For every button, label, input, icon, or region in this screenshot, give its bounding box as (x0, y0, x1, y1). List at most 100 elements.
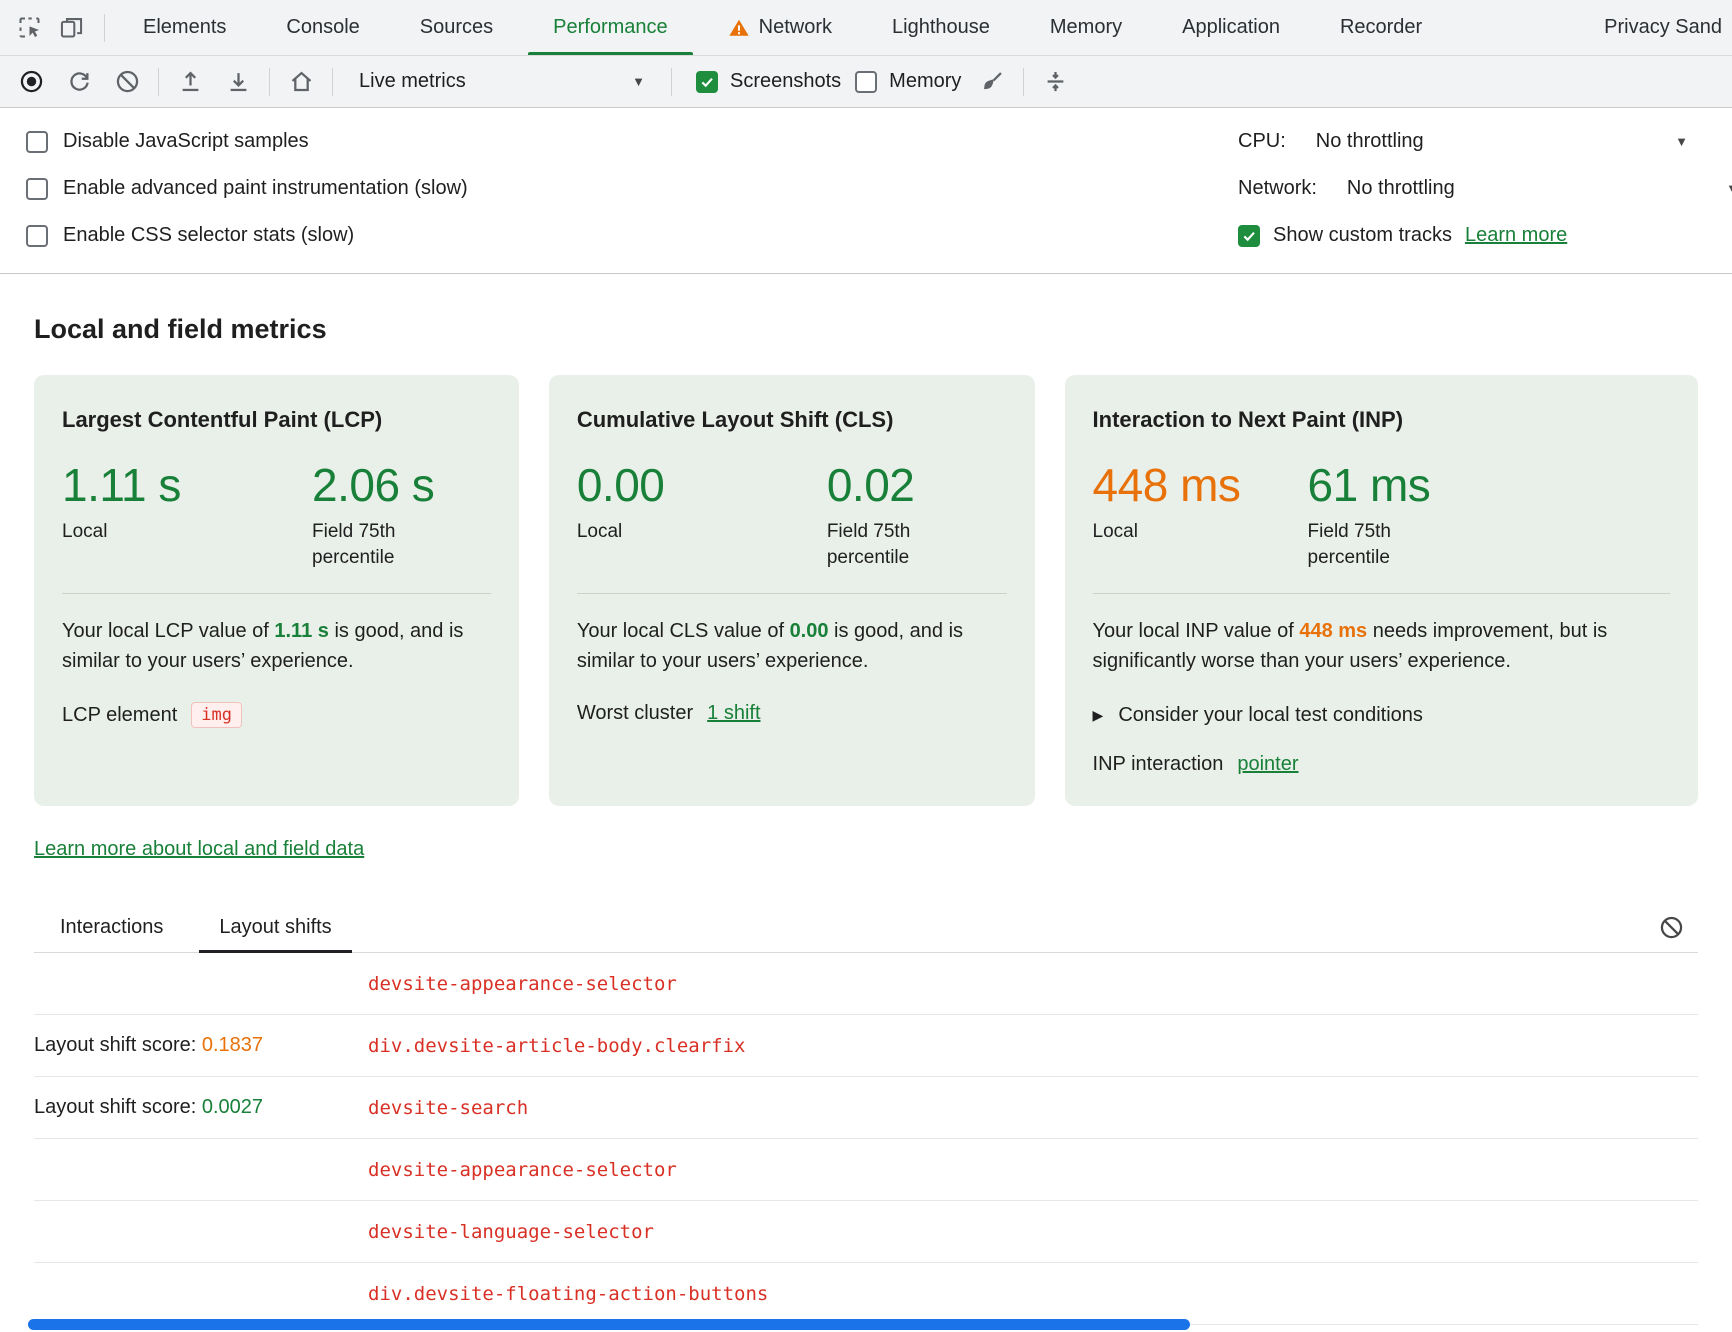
tab-elements[interactable]: Elements (113, 0, 256, 55)
desc-text: Your local INP value of (1093, 620, 1300, 642)
tab-interactions[interactable]: Interactions (54, 903, 169, 952)
download-profile-icon[interactable] (221, 65, 255, 99)
lcp-card: Largest Contentful Paint (LCP) 1.11 s Lo… (34, 375, 519, 806)
history-dropdown-value: Live metrics (359, 70, 466, 93)
worst-cluster-link[interactable]: 1 shift (707, 702, 760, 725)
node-link[interactable]: devsite-language-selector (368, 1221, 654, 1243)
inp-interaction-row: INP interaction pointer (1093, 753, 1670, 776)
separator (332, 68, 333, 96)
field-metric: 61 ms Field 75th percentile (1308, 459, 1438, 571)
table-row[interactable]: devsite-appearance-selector (34, 1139, 1698, 1201)
lcp-local-value: 1.11 s (62, 459, 312, 511)
show-custom-tracks-checkbox[interactable] (1238, 225, 1260, 247)
cpu-label: CPU: (1238, 130, 1286, 153)
metric-values: 0.00 Local 0.02 Field 75th percentile (577, 459, 1007, 571)
memory-checkbox[interactable] (855, 71, 877, 93)
screenshots-label: Screenshots (730, 70, 841, 93)
css-selector-stats-checkbox[interactable] (26, 225, 48, 247)
field-metric: 0.02 Field 75th percentile (827, 459, 957, 571)
network-throttling-select[interactable]: Network: No throttling ▼ (1238, 165, 1732, 212)
local-metric: 0.00 Local (577, 459, 827, 571)
table-row[interactable]: div.devsite-floating-action-buttons (34, 1263, 1698, 1325)
settings-panel: Disable JavaScript samples Enable advanc… (0, 108, 1732, 274)
lcp-element-node-link[interactable]: img (191, 702, 242, 728)
memory-checkbox-group[interactable]: Memory (855, 70, 961, 93)
tab-sources[interactable]: Sources (390, 0, 523, 55)
separator (104, 14, 105, 42)
chevron-down-icon: ▼ (632, 75, 645, 88)
inspect-element-icon[interactable] (12, 11, 46, 45)
tab-application[interactable]: Application (1152, 0, 1310, 55)
cpu-throttling-select[interactable]: CPU: No throttling ▼ (1238, 118, 1732, 165)
inp-interaction-link[interactable]: pointer (1237, 753, 1298, 776)
inp-local-value: 448 ms (1093, 459, 1308, 511)
live-metrics-view: Local and field metrics Largest Contentf… (0, 314, 1732, 1325)
disclosure-triangle-icon: ▶ (1093, 707, 1104, 724)
home-icon[interactable] (284, 65, 318, 99)
tab-performance[interactable]: Performance (523, 0, 698, 55)
tab-layout-shifts[interactable]: Layout shifts (213, 903, 337, 952)
metric-values: 448 ms Local 61 ms Field 75th percentile (1093, 459, 1670, 571)
desc-value: 1.11 s (274, 620, 329, 642)
tab-label: Elements (143, 16, 226, 39)
network-label: Network: (1238, 177, 1317, 200)
clear-log-icon[interactable] (1654, 911, 1688, 945)
score-cell: Layout shift score: 0.0027 (34, 1096, 368, 1119)
field-label: Field 75th percentile (827, 519, 957, 571)
collapse-icon[interactable] (1038, 65, 1072, 99)
screenshots-checkbox[interactable] (696, 71, 718, 93)
inp-description: Your local INP value of 448 ms needs imp… (1093, 616, 1670, 676)
node-link[interactable]: devsite-appearance-selector (368, 1159, 677, 1181)
show-custom-tracks-row: Show custom tracks Learn more (1238, 212, 1732, 259)
reload-icon[interactable] (62, 65, 96, 99)
disclosure-label: Consider your local test conditions (1118, 704, 1423, 727)
tab-label: Sources (420, 16, 493, 39)
inp-field-value: 61 ms (1308, 459, 1438, 511)
table-row[interactable]: devsite-appearance-selector (34, 953, 1698, 1015)
tab-privacy-sandbox[interactable]: Privacy Sand (1574, 0, 1732, 55)
collect-garbage-icon[interactable] (975, 65, 1009, 99)
history-dropdown[interactable]: Live metrics ▼ (347, 70, 657, 93)
device-toolbar-icon[interactable] (54, 11, 88, 45)
node-link[interactable]: devsite-search (368, 1097, 528, 1119)
lcp-element-row: LCP element img (62, 702, 491, 728)
score-value: 0.0027 (202, 1096, 263, 1118)
tab-label: Performance (553, 16, 668, 39)
horizontal-scrollbar[interactable] (28, 1319, 1190, 1330)
tab-recorder[interactable]: Recorder (1310, 0, 1452, 55)
score-label: Layout shift score: (34, 1034, 202, 1056)
tab-memory[interactable]: Memory (1020, 0, 1152, 55)
table-row[interactable]: Layout shift score: 0.0027 devsite-searc… (34, 1077, 1698, 1139)
screenshots-checkbox-group[interactable]: Screenshots (696, 70, 841, 93)
table-row[interactable]: Layout shift score: 0.1837 div.devsite-a… (34, 1015, 1698, 1077)
local-test-conditions-disclosure[interactable]: ▶ Consider your local test conditions (1093, 704, 1670, 727)
section-title: Local and field metrics (34, 314, 1698, 345)
inp-interaction-label: INP interaction (1093, 753, 1224, 776)
local-metric: 448 ms Local (1093, 459, 1308, 571)
node-link[interactable]: devsite-appearance-selector (368, 973, 677, 995)
cls-card: Cumulative Layout Shift (CLS) 0.00 Local… (549, 375, 1035, 806)
table-row[interactable]: devsite-language-selector (34, 1201, 1698, 1263)
tab-console[interactable]: Console (256, 0, 389, 55)
show-custom-tracks-label: Show custom tracks (1273, 224, 1452, 247)
learn-more-link[interactable]: Learn more (1465, 224, 1567, 247)
upload-profile-icon[interactable] (173, 65, 207, 99)
card-title: Largest Contentful Paint (LCP) (62, 407, 491, 433)
tab-label: Layout shifts (219, 916, 331, 939)
node-link[interactable]: div.devsite-floating-action-buttons (368, 1283, 768, 1305)
node-link[interactable]: div.devsite-article-body.clearfix (368, 1035, 746, 1057)
tab-network[interactable]: Network (698, 0, 862, 55)
record-icon[interactable] (14, 65, 48, 99)
tab-label: Console (286, 16, 359, 39)
clear-icon[interactable] (110, 65, 144, 99)
lcp-field-value: 2.06 s (312, 459, 442, 511)
desc-value: 448 ms (1299, 620, 1367, 642)
main-tab-bar: Elements Console Sources Performance Net… (0, 0, 1732, 56)
learn-more-field-data-link[interactable]: Learn more about local and field data (34, 838, 364, 861)
network-value: No throttling (1347, 177, 1455, 200)
advanced-paint-checkbox[interactable] (26, 178, 48, 200)
disable-js-samples-checkbox[interactable] (26, 131, 48, 153)
tab-lighthouse[interactable]: Lighthouse (862, 0, 1020, 55)
local-label: Local (1093, 519, 1223, 545)
separator (1023, 68, 1024, 96)
